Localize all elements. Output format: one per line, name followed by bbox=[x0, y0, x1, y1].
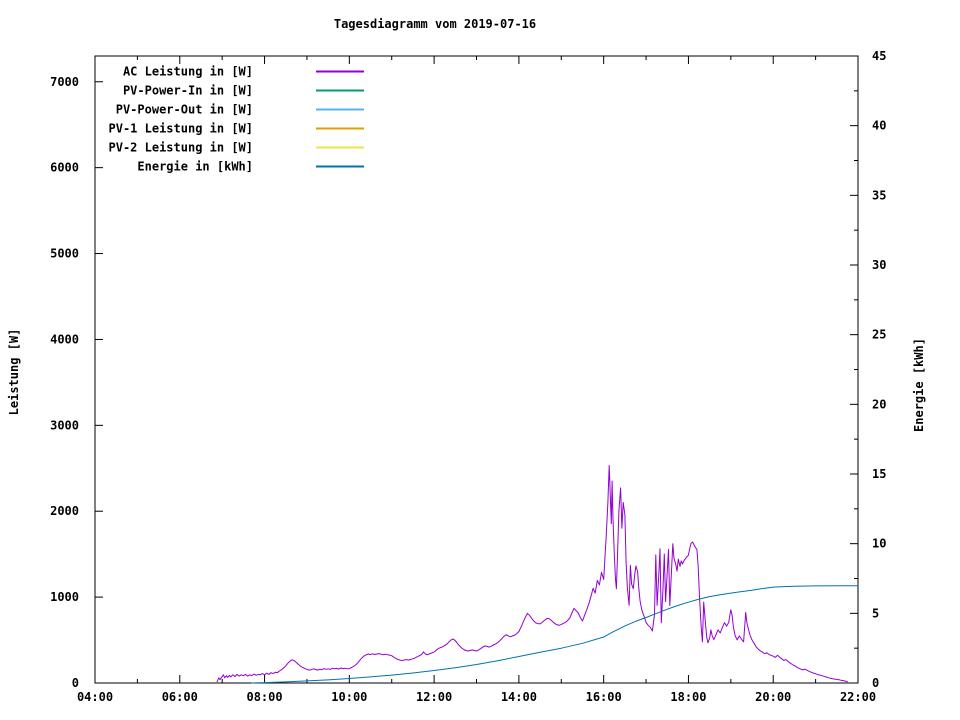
y2-tick-label: 25 bbox=[872, 328, 886, 342]
legend-label: PV-Power-In in [W] bbox=[123, 84, 253, 98]
x-tick-label: 12:00 bbox=[416, 690, 452, 704]
y1-tick-label: 5000 bbox=[50, 247, 79, 261]
y1-tick-label: 7000 bbox=[50, 75, 79, 89]
x-tick-label: 08:00 bbox=[246, 690, 282, 704]
x-tick-label: 04:00 bbox=[77, 690, 113, 704]
x-tick-label: 16:00 bbox=[586, 690, 622, 704]
y1-tick-label: 0 bbox=[72, 676, 79, 690]
y1-tick-label: 4000 bbox=[50, 332, 79, 346]
legend-label: PV-Power-Out in [W] bbox=[116, 103, 253, 117]
y2-tick-label: 45 bbox=[872, 49, 886, 63]
plot-area: 04:00 06:00 08:00 10:00 12:00 14:00 16:00 18:00… bbox=[50, 49, 886, 704]
y2-tick-label: 15 bbox=[872, 467, 886, 481]
y2-tick-label: 35 bbox=[872, 188, 886, 202]
y2-tick-label: 5 bbox=[872, 606, 879, 620]
y1-tick-label: 2000 bbox=[50, 504, 79, 518]
y1-tick-label: 6000 bbox=[50, 161, 79, 175]
legend-label: Energie in [kWh] bbox=[137, 160, 253, 174]
x-tick-label: 14:00 bbox=[501, 690, 537, 704]
y2-tick-label: 20 bbox=[872, 397, 886, 411]
gnuplot-chart-window: Tagesdiagramm vom 2019-07-16 Leistung [W… bbox=[0, 0, 960, 720]
y2-tick-label: 30 bbox=[872, 258, 886, 272]
y2-tick-label: 10 bbox=[872, 537, 886, 551]
y1-tick-label: 1000 bbox=[50, 590, 79, 604]
x-tick-label: 18:00 bbox=[670, 690, 706, 704]
legend-label: PV-2 Leistung in [W] bbox=[109, 141, 254, 155]
y2-tick-label: 0 bbox=[872, 676, 879, 690]
legend-label: PV-1 Leistung in [W] bbox=[109, 122, 254, 136]
series-line-ac-leistung-in-w bbox=[216, 465, 848, 683]
x-tick-label: 22:00 bbox=[840, 690, 876, 704]
y1-tick-label: 3000 bbox=[50, 418, 79, 432]
x-tick-label: 20:00 bbox=[755, 690, 791, 704]
y2-tick-label: 40 bbox=[872, 119, 886, 133]
legend-label: AC Leistung in [W] bbox=[123, 65, 253, 79]
x-tick-label: 06:00 bbox=[162, 690, 198, 704]
x-tick-label: 10:00 bbox=[331, 690, 367, 704]
